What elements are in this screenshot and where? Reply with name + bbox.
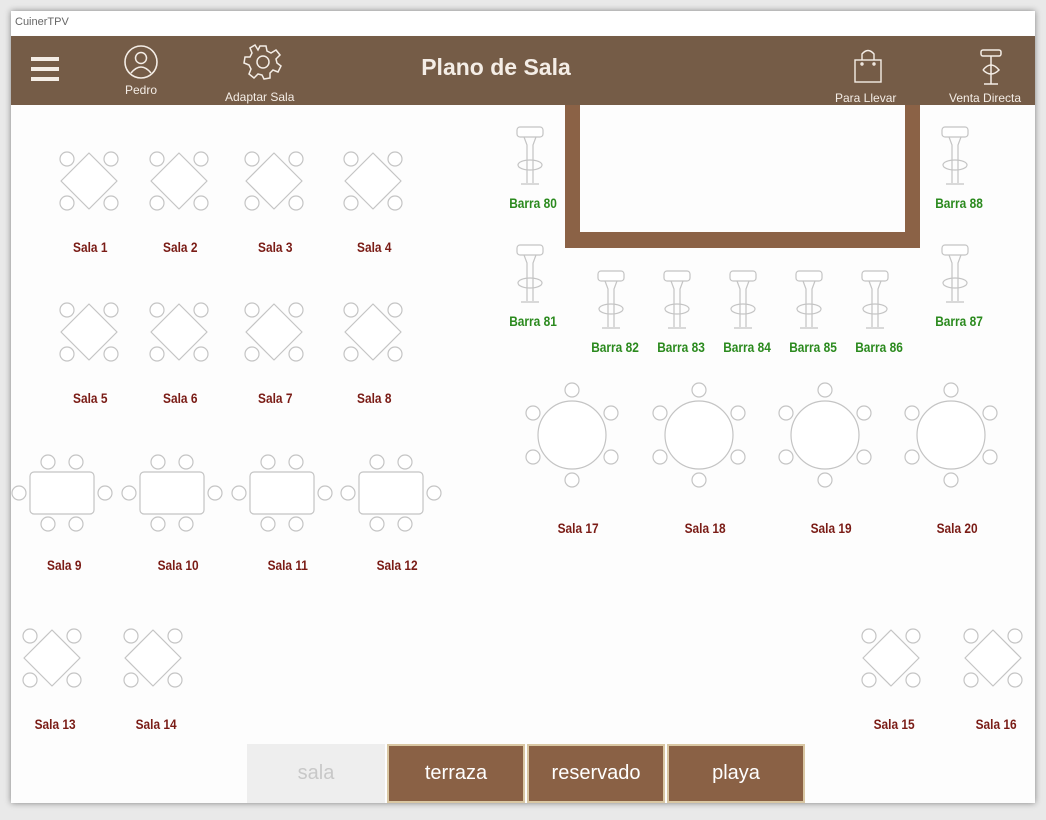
- rect-table-icon: [121, 454, 223, 532]
- hamburger-icon: [31, 57, 59, 81]
- table-label: Sala 7: [258, 390, 293, 406]
- round-table-icon: [904, 382, 998, 488]
- shopping-bag-icon: [854, 49, 882, 83]
- table-label: Sala 11: [267, 557, 308, 573]
- diamond-table-icon: [343, 302, 403, 362]
- takeaway-label: Para Llevar: [835, 91, 897, 105]
- diamond-table-icon: [59, 151, 119, 211]
- bar-stool-87[interactable]: [940, 243, 970, 312]
- bar-stool-icon: [861, 270, 889, 329]
- stool-label: Barra 85: [789, 339, 837, 355]
- bar-stool-88[interactable]: [940, 125, 970, 194]
- direct-sale-button[interactable]: Venta Directa: [949, 44, 1035, 105]
- stool-label: Barra 83: [657, 339, 705, 355]
- bar-stool-icon: [663, 270, 691, 329]
- tab-terraza[interactable]: terraza: [387, 744, 525, 803]
- table-label: Sala 1: [73, 239, 108, 255]
- window-title: CuinerTPV: [15, 16, 69, 28]
- tab-sala[interactable]: sala: [247, 744, 385, 803]
- bar-stool-icon: [516, 126, 544, 185]
- stool-label: Barra 81: [509, 313, 557, 329]
- diamond-table-icon: [244, 151, 304, 211]
- tab-label: terraza: [424, 762, 488, 784]
- bar-stool-icon: [795, 270, 823, 329]
- window-titlebar: CuinerTPV: [11, 11, 1035, 35]
- table-label: Sala 13: [34, 716, 76, 732]
- takeaway-button[interactable]: Para Llevar: [829, 44, 909, 105]
- round-table-icon: [778, 382, 872, 488]
- user-icon: [124, 45, 158, 79]
- bar-stool-85[interactable]: [794, 269, 824, 338]
- rect-table-icon: [11, 454, 113, 532]
- rect-table-icon: [340, 454, 442, 532]
- bar-stool-86[interactable]: [860, 269, 890, 338]
- tab-reservado[interactable]: reservado: [527, 744, 665, 803]
- diamond-table-icon: [59, 302, 119, 362]
- diamond-table-icon: [123, 628, 183, 688]
- app-window: CuinerTPV Pedro Adaptar Sala Plano de Sa…: [11, 11, 1035, 803]
- table-label: Sala 10: [157, 557, 199, 573]
- page-title: Plano de Sala: [421, 54, 571, 80]
- stool-label: Barra 82: [591, 339, 639, 355]
- table-label: Sala 20: [936, 520, 978, 536]
- table-label: Sala 19: [810, 520, 852, 536]
- bar-stool-84[interactable]: [728, 269, 758, 338]
- bar-stool-81[interactable]: [515, 243, 545, 312]
- bar-stool-80[interactable]: [515, 125, 545, 194]
- adapt-room-label: Adaptar Sala: [225, 90, 295, 104]
- bar-stool-82[interactable]: [596, 269, 626, 338]
- diamond-table-icon: [22, 628, 82, 688]
- bar-stool-icon: [729, 270, 757, 329]
- user-name: Pedro: [125, 83, 158, 97]
- stool-label: Barra 84: [723, 339, 771, 355]
- tab-label: playa: [712, 762, 760, 784]
- adapt-room-button[interactable]: Adaptar Sala: [221, 40, 311, 104]
- diamond-table-icon: [244, 302, 304, 362]
- table-label: Sala 18: [684, 520, 726, 536]
- diamond-table-icon: [149, 302, 209, 362]
- diamond-table-icon: [149, 151, 209, 211]
- table-label: Sala 16: [975, 716, 1017, 732]
- round-table-icon: [525, 382, 619, 488]
- table-label: Sala 17: [557, 520, 599, 536]
- stool-label: Barra 80: [509, 195, 557, 211]
- table-label: Sala 8: [357, 390, 392, 406]
- diamond-table-icon: [343, 151, 403, 211]
- menu-button[interactable]: [29, 54, 63, 86]
- table-label: Sala 6: [163, 390, 198, 406]
- table-label: Sala 5: [73, 390, 108, 406]
- table-label: Sala 9: [47, 557, 82, 573]
- table-label: Sala 2: [163, 239, 198, 255]
- stool-label: Barra 87: [935, 313, 983, 329]
- table-label: Sala 15: [873, 716, 915, 732]
- rect-table-icon: [231, 454, 333, 532]
- direct-sale-label: Venta Directa: [949, 91, 1022, 105]
- top-bar: Pedro Adaptar Sala Plano de Sala Para Ll…: [11, 36, 1035, 105]
- tab-label: sala: [297, 762, 335, 784]
- diamond-table-icon: [963, 628, 1023, 688]
- tab-label: reservado: [551, 762, 641, 784]
- bar-stool-83[interactable]: [662, 269, 692, 338]
- floor-plan: Sala 1 Sala 2 Sala 3 Sala 4 Sala 5 Sala 6 Sala…: [11, 105, 1035, 803]
- table-label: Sala 3: [258, 239, 293, 255]
- bar-stool-icon: [980, 49, 1002, 85]
- diamond-table-icon: [861, 628, 921, 688]
- stool-label: Barra 88: [935, 195, 983, 211]
- bar-stool-icon: [941, 244, 969, 303]
- user-button[interactable]: Pedro: [113, 42, 167, 102]
- table-label: Sala 14: [135, 716, 177, 732]
- stool-label: Barra 86: [855, 339, 903, 355]
- table-label: Sala 4: [357, 239, 392, 255]
- bar-stool-icon: [597, 270, 625, 329]
- bar-stool-icon: [516, 244, 544, 303]
- tab-playa[interactable]: playa: [667, 744, 805, 803]
- bar-stool-icon: [941, 126, 969, 185]
- round-table-icon: [652, 382, 746, 488]
- table-label: Sala 12: [376, 557, 418, 573]
- gear-icon: [243, 43, 282, 80]
